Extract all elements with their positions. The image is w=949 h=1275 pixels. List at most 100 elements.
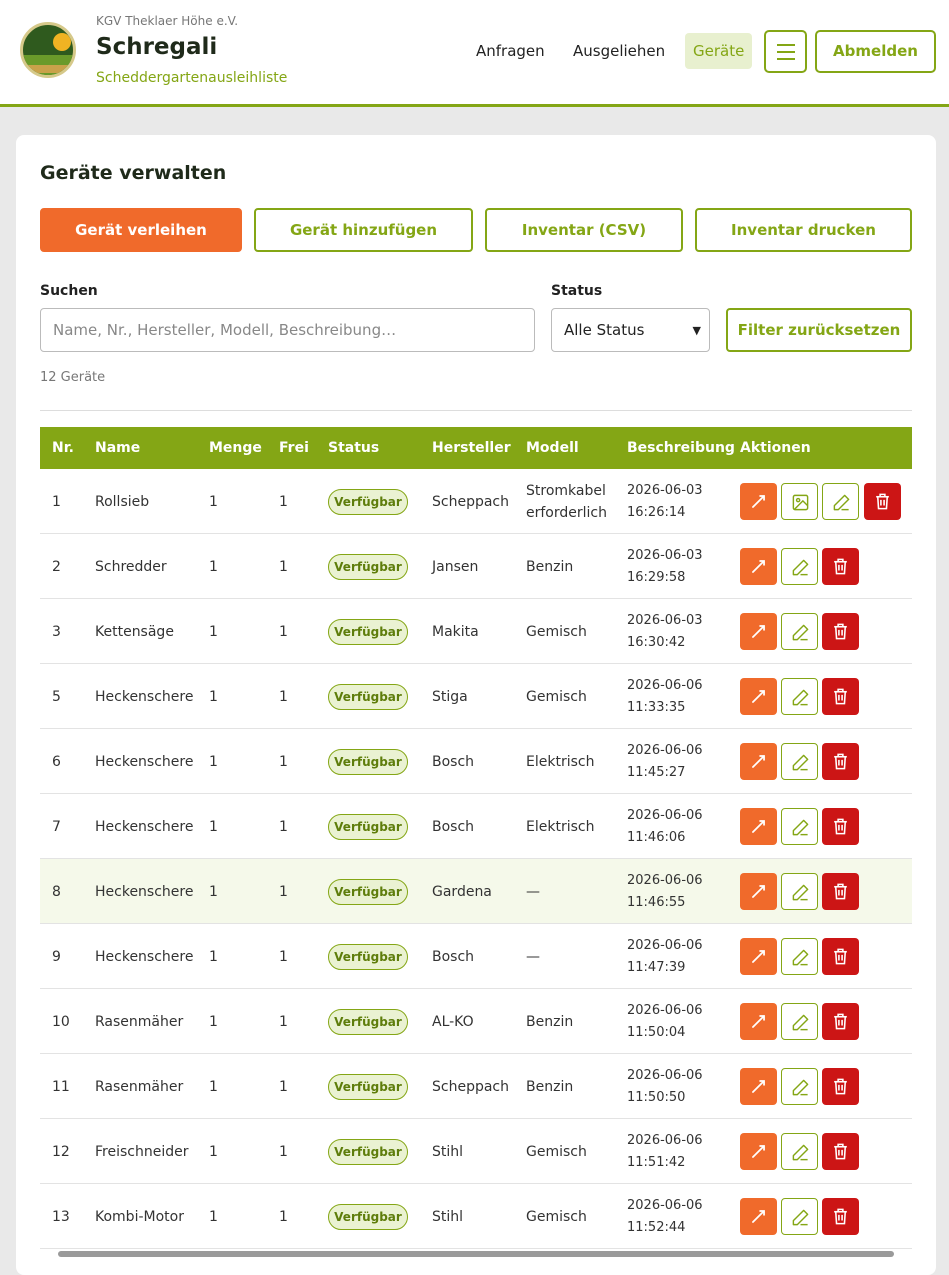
edit-button[interactable] bbox=[781, 808, 818, 845]
edit-button[interactable] bbox=[781, 613, 818, 650]
cell-modell: Elektrisch bbox=[526, 753, 595, 770]
menu-button[interactable] bbox=[764, 30, 807, 73]
status-select[interactable]: Alle Status ▼ bbox=[551, 308, 710, 352]
delete-button[interactable] bbox=[822, 1198, 859, 1235]
lend-button[interactable] bbox=[740, 678, 777, 715]
cell-menge: 1 bbox=[209, 558, 218, 575]
cell-menge: 1 bbox=[209, 623, 218, 640]
image-button[interactable] bbox=[781, 483, 818, 520]
lend-button[interactable] bbox=[740, 743, 777, 780]
cell-name: Heckenschere bbox=[95, 948, 194, 965]
status-badge: Verfügbar bbox=[328, 878, 408, 905]
lend-device-button[interactable]: Gerät verleihen bbox=[40, 208, 242, 252]
delete-button[interactable] bbox=[822, 548, 859, 585]
col-frei[interactable]: Frei bbox=[279, 427, 309, 469]
cell-date: 2026-06-06 bbox=[627, 937, 703, 953]
table-row: 5 Heckenschere 1 1 Verfügbar Stiga Gemisch 2026… bbox=[40, 664, 912, 729]
chevron-down-icon: ▼ bbox=[692, 324, 701, 337]
row-actions bbox=[740, 469, 910, 534]
edit-button[interactable] bbox=[781, 1068, 818, 1105]
cell-frei: 1 bbox=[279, 688, 288, 705]
delete-button[interactable] bbox=[822, 1133, 859, 1170]
status-badge: Verfügbar bbox=[328, 553, 408, 580]
edit-button[interactable] bbox=[781, 1198, 818, 1235]
col-hersteller[interactable]: Hersteller bbox=[432, 427, 511, 469]
edit-button[interactable] bbox=[781, 548, 818, 585]
delete-button[interactable] bbox=[822, 678, 859, 715]
lend-button[interactable] bbox=[740, 1198, 777, 1235]
lend-button[interactable] bbox=[740, 1068, 777, 1105]
lend-button[interactable] bbox=[740, 873, 777, 910]
cell-time: 16:30:42 bbox=[627, 634, 686, 650]
delete-button[interactable] bbox=[822, 1068, 859, 1105]
cell-menge: 1 bbox=[209, 753, 218, 770]
table-row: 6 Heckenschere 1 1 Verfügbar Bosch Elektrisch 2… bbox=[40, 729, 912, 794]
col-name[interactable]: Name bbox=[95, 427, 140, 469]
edit-button[interactable] bbox=[781, 1133, 818, 1170]
lend-button[interactable] bbox=[740, 938, 777, 975]
nav-ausgeliehen[interactable]: Ausgeliehen bbox=[573, 33, 665, 69]
edit-button[interactable] bbox=[781, 873, 818, 910]
edit-button[interactable] bbox=[822, 483, 859, 520]
lend-button[interactable] bbox=[740, 548, 777, 585]
cell-frei: 1 bbox=[279, 558, 288, 575]
lend-button[interactable] bbox=[740, 613, 777, 650]
row-actions bbox=[740, 664, 910, 729]
lend-button[interactable] bbox=[740, 808, 777, 845]
cell-nr: 8 bbox=[52, 883, 61, 900]
inventory-print-button[interactable]: Inventar drucken bbox=[695, 208, 912, 252]
delete-button[interactable] bbox=[864, 483, 901, 520]
cell-time: 11:47:39 bbox=[627, 959, 686, 975]
nav-anfragen[interactable]: Anfragen bbox=[476, 33, 545, 69]
horizontal-scrollbar[interactable] bbox=[40, 1248, 912, 1257]
col-status[interactable]: Status bbox=[328, 427, 379, 469]
delete-button[interactable] bbox=[822, 873, 859, 910]
row-actions bbox=[740, 1119, 910, 1184]
app-title[interactable]: Schregali bbox=[96, 34, 217, 60]
cell-hersteller: AL-KO bbox=[432, 1013, 474, 1030]
status-badge: Verfügbar bbox=[328, 1073, 408, 1100]
edit-button[interactable] bbox=[781, 938, 818, 975]
search-input[interactable] bbox=[40, 308, 535, 352]
lend-button[interactable] bbox=[740, 1133, 777, 1170]
cell-hersteller: Bosch bbox=[432, 948, 475, 965]
cell-date: 2026-06-06 bbox=[627, 1197, 703, 1213]
logout-button[interactable]: Abmelden bbox=[815, 30, 936, 73]
status-badge: Verfügbar bbox=[328, 748, 408, 775]
delete-button[interactable] bbox=[822, 808, 859, 845]
table-row: 7 Heckenschere 1 1 Verfügbar Bosch Elektrisch 2… bbox=[40, 794, 912, 859]
cell-modell: Gemisch bbox=[526, 1143, 587, 1160]
reset-filter-button[interactable]: Filter zurücksetzen bbox=[726, 308, 912, 352]
inventory-csv-button[interactable]: Inventar (CSV) bbox=[485, 208, 683, 252]
scrollbar-thumb[interactable] bbox=[58, 1251, 894, 1257]
delete-button[interactable] bbox=[822, 938, 859, 975]
table-row: 12 Freischneider 1 1 Verfügbar Stihl Gemisch 20… bbox=[40, 1119, 912, 1184]
cell-hersteller: Stihl bbox=[432, 1143, 464, 1160]
delete-button[interactable] bbox=[822, 743, 859, 780]
col-nr[interactable]: Nr. bbox=[52, 427, 74, 469]
cell-nr: 9 bbox=[52, 948, 61, 965]
edit-button[interactable] bbox=[781, 678, 818, 715]
delete-button[interactable] bbox=[822, 613, 859, 650]
col-modell[interactable]: Modell bbox=[526, 427, 622, 469]
edit-button[interactable] bbox=[781, 743, 818, 780]
cell-modell: Elektrisch bbox=[526, 818, 595, 835]
nav-geraete[interactable]: Geräte bbox=[685, 33, 753, 69]
cell-time: 11:50:50 bbox=[627, 1089, 686, 1105]
cell-frei: 1 bbox=[279, 1208, 288, 1225]
edit-button[interactable] bbox=[781, 1003, 818, 1040]
lend-button[interactable] bbox=[740, 1003, 777, 1040]
col-beschreibung[interactable]: Beschreibung bbox=[627, 427, 737, 469]
col-menge[interactable]: Menge bbox=[209, 427, 262, 469]
row-actions bbox=[740, 729, 910, 794]
status-badge: Verfügbar bbox=[328, 683, 408, 710]
lend-button[interactable] bbox=[740, 483, 777, 520]
cell-nr: 7 bbox=[52, 818, 61, 835]
row-actions bbox=[740, 924, 910, 989]
add-device-button[interactable]: Gerät hinzufügen bbox=[254, 208, 473, 252]
cell-modell: Gemisch bbox=[526, 623, 587, 640]
cell-modell: — bbox=[526, 883, 540, 900]
delete-button[interactable] bbox=[822, 1003, 859, 1040]
cell-hersteller: Scheppach bbox=[432, 493, 509, 510]
cell-name: Rasenmäher bbox=[95, 1013, 184, 1030]
